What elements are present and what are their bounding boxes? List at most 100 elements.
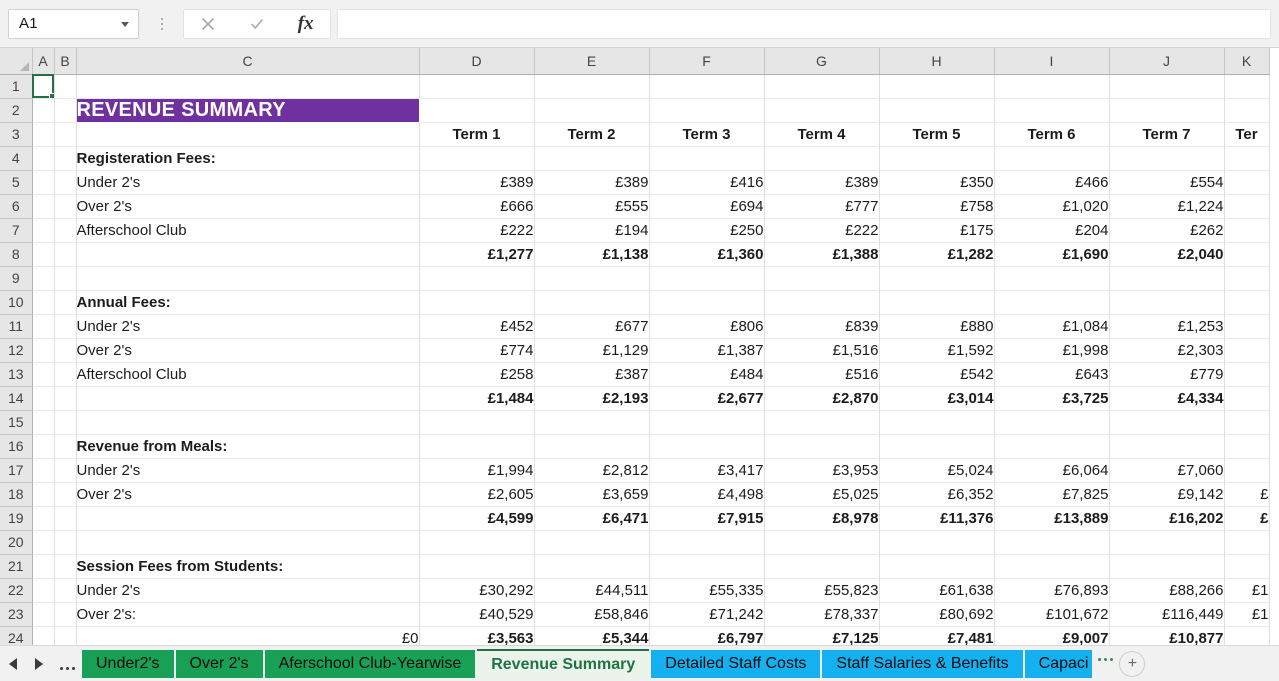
cell-J12[interactable]: £2,303: [1109, 338, 1225, 363]
term-header-2[interactable]: Term 2: [534, 122, 650, 147]
cell-K20[interactable]: [1224, 530, 1270, 555]
cell-C3[interactable]: [76, 122, 420, 147]
cell-A10[interactable]: [32, 290, 55, 315]
cell-H16[interactable]: [879, 434, 995, 459]
row-header-16[interactable]: 16: [0, 434, 33, 459]
total-E14[interactable]: £2,193: [534, 385, 650, 411]
cell-A3[interactable]: [32, 122, 55, 147]
cell-E5[interactable]: £389: [534, 170, 650, 195]
cell-G9[interactable]: [764, 266, 880, 291]
total-K24[interactable]: [1224, 625, 1270, 645]
total-J19[interactable]: £16,202: [1109, 505, 1225, 531]
cell-G2[interactable]: [764, 98, 880, 123]
cell-F16[interactable]: [649, 434, 765, 459]
cell-G1[interactable]: [764, 74, 880, 99]
cell-E23[interactable]: £58,846: [534, 602, 650, 627]
column-header-c[interactable]: C: [76, 48, 420, 75]
total-E19[interactable]: £6,471: [534, 505, 650, 531]
cell-G16[interactable]: [764, 434, 880, 459]
total-H24[interactable]: £7,481: [879, 625, 995, 645]
sheet-tab-over-2-s[interactable]: Over 2's: [175, 649, 263, 678]
cell-H5[interactable]: £350: [879, 170, 995, 195]
cell-J1[interactable]: [1109, 74, 1225, 99]
cell-B7[interactable]: [54, 218, 77, 243]
cell-D12[interactable]: £774: [419, 338, 535, 363]
cell-G21[interactable]: [764, 554, 880, 579]
row-header-6[interactable]: 6: [0, 194, 33, 219]
cell-A20[interactable]: [32, 530, 55, 555]
section-title-10[interactable]: Annual Fees:: [76, 290, 420, 315]
selected-cell-a1[interactable]: [32, 74, 55, 99]
cell-B21[interactable]: [54, 554, 77, 579]
cell-G22[interactable]: £55,823: [764, 578, 880, 603]
ellipsis-icon[interactable]: [52, 649, 82, 679]
cell-C20[interactable]: [76, 530, 420, 555]
cell-G13[interactable]: £516: [764, 362, 880, 387]
cell-F9[interactable]: [649, 266, 765, 291]
total-F14[interactable]: £2,677: [649, 385, 765, 411]
cell-K1[interactable]: [1224, 74, 1270, 99]
cell-B6[interactable]: [54, 194, 77, 219]
cell-B8[interactable]: [54, 242, 77, 267]
cell-D16[interactable]: [419, 434, 535, 459]
cell-F12[interactable]: £1,387: [649, 338, 765, 363]
cell-D4[interactable]: [419, 146, 535, 171]
cell-J6[interactable]: £1,224: [1109, 194, 1225, 219]
cell-E7[interactable]: £194: [534, 218, 650, 243]
sheet-tab-aferschool-club-yearwise[interactable]: Aferschool Club-Yearwise: [264, 649, 476, 678]
row-header-10[interactable]: 10: [0, 290, 33, 315]
section-title-4[interactable]: Registeration Fees:: [76, 146, 420, 171]
cell-K13[interactable]: [1224, 362, 1270, 387]
row-header-13[interactable]: 13: [0, 362, 33, 387]
sheet-tab-detailed-staff-costs[interactable]: Detailed Staff Costs: [651, 649, 821, 678]
cell-K6[interactable]: [1224, 194, 1270, 219]
cell-D10[interactable]: [419, 290, 535, 315]
total-G24[interactable]: £7,125: [764, 625, 880, 645]
cell-G12[interactable]: £1,516: [764, 338, 880, 363]
cell-K11[interactable]: [1224, 314, 1270, 339]
cell-K22[interactable]: £1: [1224, 578, 1270, 603]
cell-I1[interactable]: [994, 74, 1110, 99]
cell-B9[interactable]: [54, 266, 77, 291]
cell-I5[interactable]: £466: [994, 170, 1110, 195]
fx-icon[interactable]: fx: [284, 10, 328, 38]
name-box[interactable]: A1: [8, 8, 139, 39]
cell-I10[interactable]: [994, 290, 1110, 315]
sheet-tab-capaci[interactable]: Capaci: [1024, 649, 1093, 678]
cell-H2[interactable]: [879, 98, 995, 123]
cell-F11[interactable]: £806: [649, 314, 765, 339]
total-G8[interactable]: £1,388: [764, 241, 880, 267]
arrow-left-icon[interactable]: [0, 649, 26, 679]
cell-G17[interactable]: £3,953: [764, 458, 880, 483]
row-label-18[interactable]: Over 2's: [76, 482, 420, 507]
cell-D2[interactable]: [419, 98, 535, 123]
cell-J5[interactable]: £554: [1109, 170, 1225, 195]
cell-E18[interactable]: £3,659: [534, 482, 650, 507]
row-header-24[interactable]: 24: [0, 626, 33, 645]
total-D24[interactable]: £3,563: [419, 625, 535, 645]
cell-H17[interactable]: £5,024: [879, 458, 995, 483]
cell-E13[interactable]: £387: [534, 362, 650, 387]
cell-C9[interactable]: [76, 266, 420, 291]
cell-G5[interactable]: £389: [764, 170, 880, 195]
cell-E16[interactable]: [534, 434, 650, 459]
cell-H23[interactable]: £80,692: [879, 602, 995, 627]
cell-J13[interactable]: £779: [1109, 362, 1225, 387]
term-header-4[interactable]: Term 4: [764, 122, 880, 147]
cell-K23[interactable]: £1: [1224, 602, 1270, 627]
cell-D6[interactable]: £666: [419, 194, 535, 219]
cell-I13[interactable]: £643: [994, 362, 1110, 387]
column-header-b[interactable]: B: [54, 48, 77, 75]
cell-A4[interactable]: [32, 146, 55, 171]
cell-A13[interactable]: [32, 362, 55, 387]
column-header-g[interactable]: G: [764, 48, 880, 75]
cell-I4[interactable]: [994, 146, 1110, 171]
total-F19[interactable]: £7,915: [649, 505, 765, 531]
cell-E6[interactable]: £555: [534, 194, 650, 219]
cell-B24[interactable]: [54, 626, 77, 645]
row-header-8[interactable]: 8: [0, 242, 33, 267]
total-K14[interactable]: [1224, 385, 1270, 411]
cell-B4[interactable]: [54, 146, 77, 171]
select-all-corner[interactable]: [0, 48, 33, 75]
cell-J21[interactable]: [1109, 554, 1225, 579]
